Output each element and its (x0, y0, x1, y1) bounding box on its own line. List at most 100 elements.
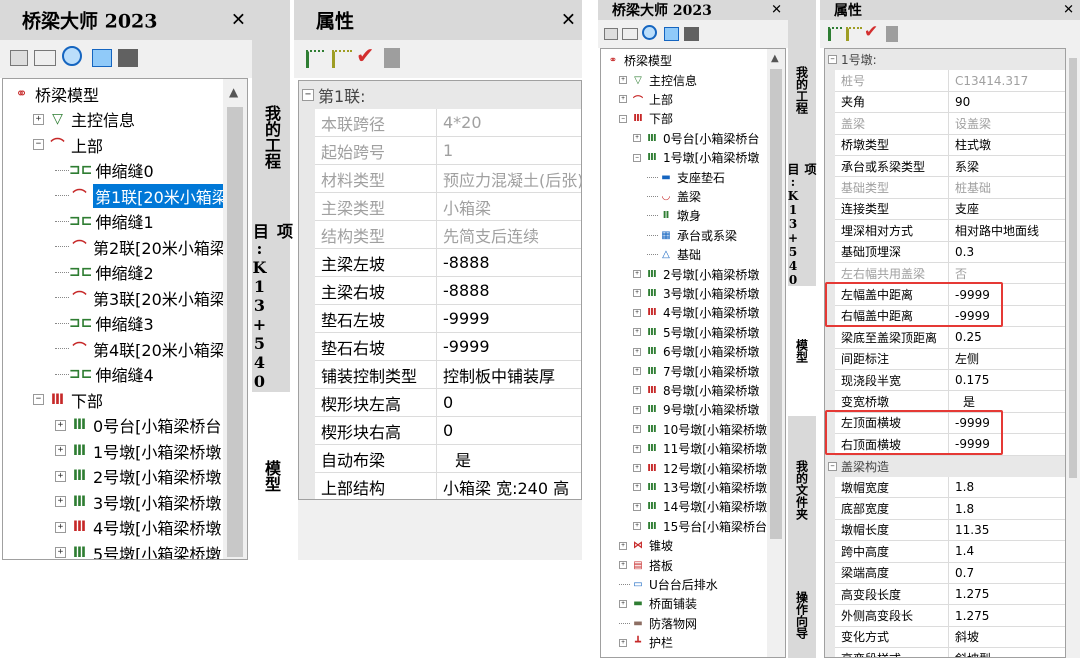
tree-item[interactable]: ⚭ 桥梁模型 (605, 51, 672, 70)
list-view-icon[interactable] (622, 28, 638, 40)
property-row[interactable]: 铺装控制类型 控制板中铺装厚 (299, 361, 581, 389)
check-icon[interactable]: ✔ (864, 22, 878, 42)
clipboard-icon[interactable] (384, 48, 400, 68)
expand-icon[interactable]: + (55, 547, 66, 559)
scroll-thumb[interactable] (227, 107, 243, 557)
property-value[interactable]: 左侧 (949, 349, 1065, 370)
property-value[interactable]: -8888 (437, 277, 581, 305)
copy-icon[interactable] (664, 27, 679, 41)
tree-item[interactable]: ▬ 支座垫石 (647, 167, 725, 186)
property-row[interactable]: 现浇段半宽 0.175 (825, 370, 1065, 392)
property-value[interactable]: 0.7 (949, 563, 1065, 584)
tab-my-projects[interactable]: 我的工程 (252, 82, 290, 192)
property-value[interactable]: 1.275 (949, 584, 1065, 606)
tree-item[interactable]: + Ⅲ 5号墩[小箱梁桥墩 (633, 323, 759, 342)
expand-icon[interactable]: + (633, 405, 641, 414)
tab-project[interactable]: 项目:K13+540 (250, 223, 293, 391)
property-value[interactable]: 先简支后连续 (437, 221, 581, 249)
alphabetical-icon[interactable] (846, 27, 862, 41)
tree-item[interactable]: + ▽ 主控信息 (619, 70, 697, 89)
tree-scrollbar[interactable]: ▲ (223, 79, 247, 559)
tree-item[interactable]: ⚭ 桥梁模型 (11, 81, 99, 107)
tree-item[interactable]: △ 基础 (647, 245, 701, 264)
tree-item[interactable]: + Ⅲ 11号墩[小箱梁桥墩 (633, 439, 767, 458)
property-row[interactable]: 墩帽长度 11.35 (825, 519, 1065, 542)
property-value[interactable]: 1.8 (949, 498, 1065, 520)
property-row[interactable]: 夹角 90 (825, 91, 1065, 114)
tree-item[interactable]: ▦ 承台或系梁 (647, 226, 737, 245)
tree-item[interactable]: + ⌒ 上部 (619, 90, 673, 109)
property-row[interactable]: 桥墩类型 柱式墩 (825, 134, 1065, 156)
expand-icon[interactable]: + (633, 522, 641, 531)
tree-item[interactable]: − ⌒ 上部 (33, 132, 103, 158)
tree-item[interactable]: + Ⅲ 13号墩[小箱梁桥墩 (633, 478, 767, 497)
tree-item[interactable]: + Ⅲ 10号墩[小箱梁桥墩 (633, 420, 767, 439)
expand-icon[interactable]: + (619, 599, 627, 608)
list-view-icon[interactable] (34, 50, 56, 66)
property-row[interactable]: 高变段长度 1.275 (825, 584, 1065, 606)
tree-item[interactable]: + ▬ 桥面铺装 (619, 594, 697, 613)
expand-icon[interactable]: + (633, 444, 641, 453)
collapse-icon[interactable]: − (33, 394, 44, 406)
property-row[interactable]: 本联跨径 4*20 (299, 109, 581, 137)
expand-icon[interactable]: + (55, 445, 66, 457)
tab-model[interactable]: 模型 (788, 286, 816, 416)
collapse-icon[interactable]: − (828, 461, 837, 471)
scroll-thumb[interactable] (770, 69, 782, 539)
expand-icon[interactable]: + (619, 541, 627, 550)
expand-icon[interactable]: + (619, 95, 627, 104)
expand-icon[interactable]: + (633, 134, 641, 143)
property-row[interactable]: 基础类型 桩基础 (825, 177, 1065, 199)
collapse-icon[interactable]: − (33, 139, 44, 151)
tree-item[interactable]: + Ⅲ 3号墩[小箱梁桥墩 (55, 489, 221, 515)
property-value[interactable]: 1.4 (949, 541, 1065, 563)
property-value[interactable]: 0.3 (949, 242, 1065, 263)
tree-item[interactable]: ⌒ 第3联[20米小箱梁 (55, 285, 226, 311)
tree-item[interactable]: + Ⅲ 14号墩[小箱梁桥墩 (633, 497, 767, 516)
property-value[interactable]: 预应力混凝土(后张) (437, 165, 581, 193)
property-value[interactable]: 系梁 (949, 156, 1065, 178)
expand-icon[interactable]: + (55, 470, 66, 482)
close-icon[interactable]: ✕ (1063, 3, 1074, 18)
tree-item[interactable]: + Ⅲ 0号台[小箱梁桥台 (633, 129, 759, 148)
collapse-icon[interactable]: − (828, 55, 837, 65)
expand-icon[interactable]: + (633, 425, 641, 434)
tree-item[interactable]: + ┻ 护栏 (619, 633, 673, 652)
property-value[interactable]: 小箱梁 (437, 193, 581, 221)
property-row[interactable]: 基础顶埋深 0.3 (825, 241, 1065, 263)
tree-item[interactable]: − Ⅲ 下部 (619, 109, 673, 128)
property-value[interactable]: -8888 (437, 249, 581, 277)
tree-item[interactable]: + Ⅲ 7号墩[小箱梁桥墩 (633, 361, 759, 380)
zoom-icon[interactable] (642, 25, 657, 40)
property-row[interactable]: 主梁类型 小箱梁 (299, 193, 581, 221)
property-row[interactable]: 上部结构 小箱梁 宽:240 高 (299, 473, 581, 499)
alphabetical-icon[interactable] (332, 50, 352, 68)
tree-item[interactable]: ⌒ 第4联[20米小箱梁 (55, 336, 226, 362)
property-value[interactable]: 90 (949, 92, 1065, 114)
expand-icon[interactable]: + (55, 419, 66, 431)
tree-item[interactable]: ⊐⊏ 伸缩缝0 (55, 158, 154, 184)
property-row[interactable]: 楔形块左高 0 (299, 389, 581, 417)
close-icon[interactable]: ✕ (231, 10, 246, 31)
tree-item[interactable]: − Ⅲ 下部 (33, 387, 103, 413)
expand-icon[interactable]: + (633, 328, 641, 337)
copy-icon[interactable] (92, 49, 112, 67)
property-row[interactable]: 楔形块右高 0 (299, 417, 581, 445)
tree-item[interactable]: ▬ 防落物网 (619, 614, 697, 633)
property-row[interactable]: 外侧高变段长 1.275 (825, 605, 1065, 627)
property-value[interactable]: C13414.317 (949, 70, 1065, 92)
property-row[interactable]: 承台或系梁类型 系梁 (825, 156, 1065, 178)
expand-icon[interactable]: + (633, 347, 641, 356)
tree-item[interactable]: ⌒ 第1联[20米小箱梁 (55, 183, 230, 209)
property-row[interactable]: 主梁右坡 -8888 (299, 277, 581, 305)
tree-item[interactable]: ⊐⊏ 伸缩缝1 (55, 209, 154, 235)
categorized-icon[interactable] (306, 50, 324, 68)
tree-item[interactable]: + Ⅲ 15号台[小箱梁桥台 (633, 517, 767, 536)
collapse-icon[interactable]: − (633, 153, 641, 162)
tree-item[interactable]: + Ⅲ 4号墩[小箱梁桥墩 (633, 303, 759, 322)
property-value[interactable]: 控制板中铺装厚 (437, 361, 581, 389)
expand-icon[interactable]: + (33, 113, 44, 125)
expand-icon[interactable]: + (633, 464, 641, 473)
clipboard-icon[interactable] (886, 26, 898, 42)
expand-icon[interactable]: + (619, 561, 627, 570)
